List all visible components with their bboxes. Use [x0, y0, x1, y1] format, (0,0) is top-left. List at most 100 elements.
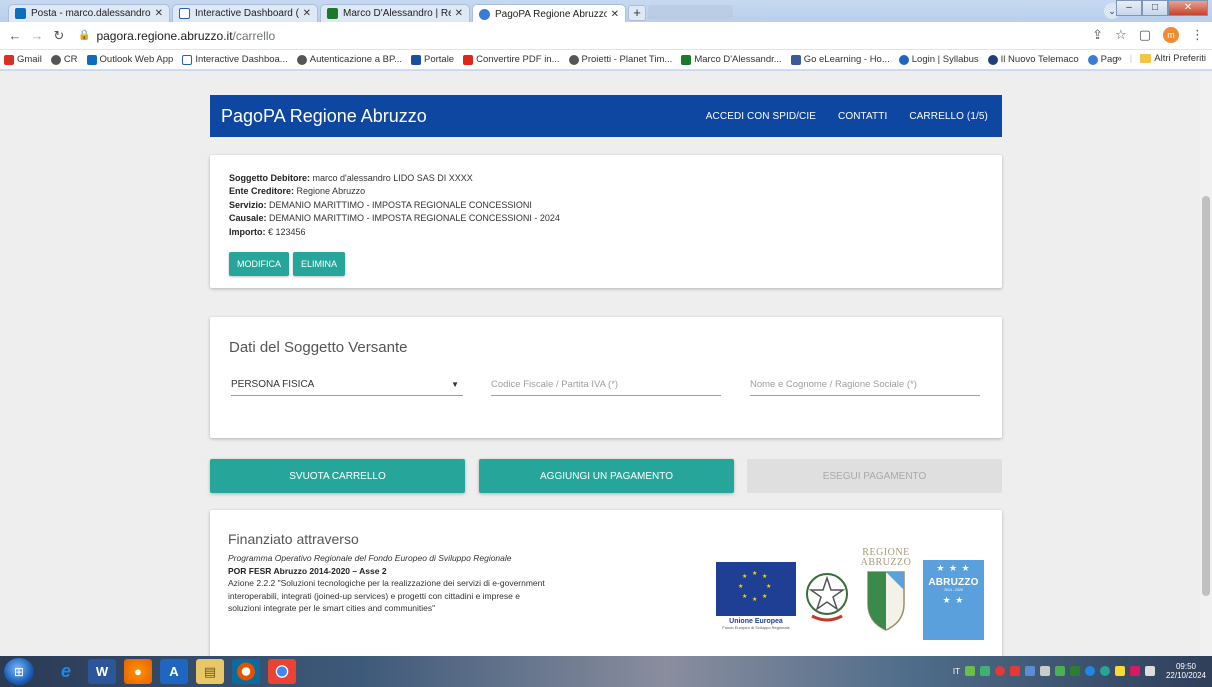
abruzzo-fesr-logo: ★ ★ ★ ABRUZZO 2014 - 2020 ★ ★ [923, 560, 984, 640]
app-tray-icon[interactable] [1069, 666, 1080, 676]
modifica-button[interactable]: MODIFICA [229, 252, 289, 277]
input-placeholder: Codice Fiscale / Partita IVA (*) [491, 379, 619, 390]
star-icon[interactable]: ☆ [1115, 27, 1127, 43]
tab-title: Posta - marco.dalessandro@regi [31, 8, 151, 19]
clock-time: 09:50 [1175, 662, 1196, 671]
aggiungi-pagamento-button[interactable]: AGGIUNGI UN PAGAMENTO [479, 459, 734, 493]
site-title[interactable]: PagoPA Regione Abruzzo [210, 106, 427, 127]
soggetto-debitore: Soggetto Debitore: marco d'alessandro LI… [229, 172, 1002, 185]
nav-accedi-spid[interactable]: ACCEDI CON SPID/CIE [706, 111, 816, 122]
funding-axis: POR FESR Abruzzo 2014-2020 – Asse 2 [228, 565, 387, 576]
bookmark-goelearning[interactable]: Go eLearning - Ho... [790, 54, 890, 65]
site-nav: ACCEDI CON SPID/CIE CONTATTI CARRELLO (1… [706, 111, 1002, 122]
file-explorer-icon[interactable]: ▤ [196, 659, 224, 684]
forward-arrow-icon[interactable]: → [26, 28, 48, 43]
globe-icon [50, 54, 61, 65]
network-icon[interactable] [964, 666, 975, 676]
profile-avatar[interactable]: m [1163, 27, 1179, 43]
moodle-icon [327, 8, 338, 19]
bookmark-marco[interactable]: Marco D'Alessandr... [681, 54, 782, 65]
system-clock[interactable]: 09:50 22/10/2024 [1166, 662, 1206, 680]
app-tray-icon[interactable] [1054, 666, 1065, 676]
bookmark-syllabus[interactable]: Login | Syllabus [898, 54, 979, 65]
field-value: € 123456 [268, 226, 306, 237]
bookmark-outlook[interactable]: Outlook Web App [86, 54, 173, 65]
soggetto-versante-card: Dati del Soggetto Versante PERSONA FISIC… [210, 317, 1002, 438]
bookmark-autenticazione[interactable]: Autenticazione a BP... [296, 54, 402, 65]
browser-tab-marco[interactable]: Marco D'Alessandro | Regione Al ✕ [320, 4, 470, 22]
close-icon[interactable]: ✕ [155, 8, 163, 19]
browser-tab-pagopa[interactable]: PagoPA Regione Abruzzo ✕ [472, 4, 626, 23]
browser-tab-posta[interactable]: Posta - marco.dalessandro@regi ✕ [8, 4, 170, 22]
close-window-button[interactable]: ✕ [1168, 0, 1208, 16]
stars-icon: ★ ★ ★ [936, 563, 971, 573]
sidepanel-icon[interactable]: ▢ [1139, 27, 1151, 43]
app-tray-icon[interactable] [1009, 666, 1020, 676]
word-icon[interactable]: W [88, 659, 116, 684]
codice-fiscale-input[interactable]: Codice Fiscale / Partita IVA (*) [491, 374, 721, 396]
azure-icon [179, 8, 190, 19]
nome-cognome-input[interactable]: Nome e Cognome / Ragione Sociale (*) [750, 374, 980, 396]
chrome-icon[interactable] [268, 659, 296, 684]
maximize-button[interactable]: □ [1142, 0, 1168, 16]
share-icon[interactable]: ⇪ [1092, 27, 1103, 43]
azure-icon[interactable]: A [160, 659, 188, 684]
close-icon[interactable]: ✕ [611, 9, 619, 20]
tab-title: PagoPA Regione Abruzzo [495, 8, 607, 20]
nav-carrello[interactable]: CARRELLO (1/5) [909, 111, 988, 122]
nav-contatti[interactable]: CONTATTI [838, 111, 887, 122]
page-scrollbar[interactable] [1200, 71, 1212, 656]
page-viewport: PagoPA Regione Abruzzo ACCEDI CON SPID/C… [0, 71, 1212, 656]
italian-emblem-icon [802, 568, 852, 626]
app-tray-icon[interactable] [1084, 666, 1095, 676]
antivirus-icon[interactable] [994, 666, 1005, 676]
new-tab-button[interactable]: + [628, 5, 646, 21]
tipo-soggetto-select[interactable]: PERSONA FISICA ▼ [231, 374, 463, 396]
bookmark-proietti[interactable]: Proietti - Planet Tim... [568, 54, 672, 65]
firefox-icon[interactable]: ● [124, 659, 152, 684]
flag-icon[interactable] [1144, 666, 1155, 676]
bookmark-altri-preferiti[interactable]: Altri Preferiti [1140, 53, 1206, 64]
language-indicator[interactable]: IT [953, 667, 960, 676]
app-tray-icon[interactable] [1129, 666, 1140, 676]
app-tray-icon[interactable] [1024, 666, 1035, 676]
bookmark-cr[interactable]: CR [50, 54, 78, 65]
bookmark-gmail[interactable]: Gmail [4, 54, 42, 65]
signal-icon[interactable] [979, 666, 990, 676]
system-tray: IT 09:50 22/10/2024 [953, 662, 1206, 680]
eu-subtitle: Fondo Europeo di Sviluppo Regionale [722, 625, 790, 630]
start-button[interactable]: ⊞ [4, 658, 34, 685]
bookmarks-more-button[interactable]: » [1117, 53, 1122, 64]
url-field[interactable]: pagora.regione.abruzzo.it/carrello [96, 29, 275, 43]
bookmark-convertire[interactable]: Convertire PDF in... [463, 54, 560, 65]
ie-icon[interactable]: e [52, 659, 80, 684]
app-tray-icon[interactable] [1099, 666, 1110, 676]
browser-tab-dashboard[interactable]: Interactive Dashboard (114) - 10 ✕ [172, 4, 318, 22]
goelearning-icon [790, 54, 801, 65]
causale: Causale: DEMANIO MARITTIMO - IMPOSTA REG… [229, 212, 1002, 225]
field-label: Servizio: [229, 199, 267, 210]
bookmark-label: Portale [423, 54, 455, 65]
elimina-button[interactable]: ELIMINA [293, 252, 346, 277]
scrollbar-thumb[interactable] [1202, 196, 1210, 596]
volume-icon[interactable] [1039, 666, 1050, 676]
more-menu-icon[interactable]: ⋮ [1191, 27, 1204, 43]
select-value: PERSONA FISICA [231, 379, 315, 390]
close-icon[interactable]: ✕ [455, 8, 463, 19]
bookmark-telemaco[interactable]: Il Nuovo Telemaco [987, 54, 1079, 65]
minimize-button[interactable]: – [1116, 0, 1142, 16]
lock-icon[interactable]: 🔒 [78, 30, 90, 41]
esegui-pagamento-button[interactable]: ESEGUI PAGAMENTO [747, 459, 1002, 493]
stars-icon: ★ ★ [942, 595, 965, 605]
moodle-icon [681, 54, 692, 65]
bookmark-dashboard[interactable]: Interactive Dashboa... [182, 54, 288, 65]
reload-icon[interactable]: ↻ [48, 28, 70, 44]
bookmark-portale[interactable]: Portale [410, 54, 455, 65]
gmail-icon [4, 54, 14, 65]
app-tray-icon[interactable] [1114, 666, 1125, 676]
svuota-carrello-button[interactable]: SVUOTA CARRELLO [210, 459, 465, 493]
eu-flag-icon: ★ ★ ★ ★ ★ ★ ★ ★ [716, 562, 796, 616]
back-arrow-icon[interactable]: ← [4, 28, 26, 43]
opera-icon[interactable] [232, 659, 260, 684]
close-icon[interactable]: ✕ [303, 8, 311, 19]
